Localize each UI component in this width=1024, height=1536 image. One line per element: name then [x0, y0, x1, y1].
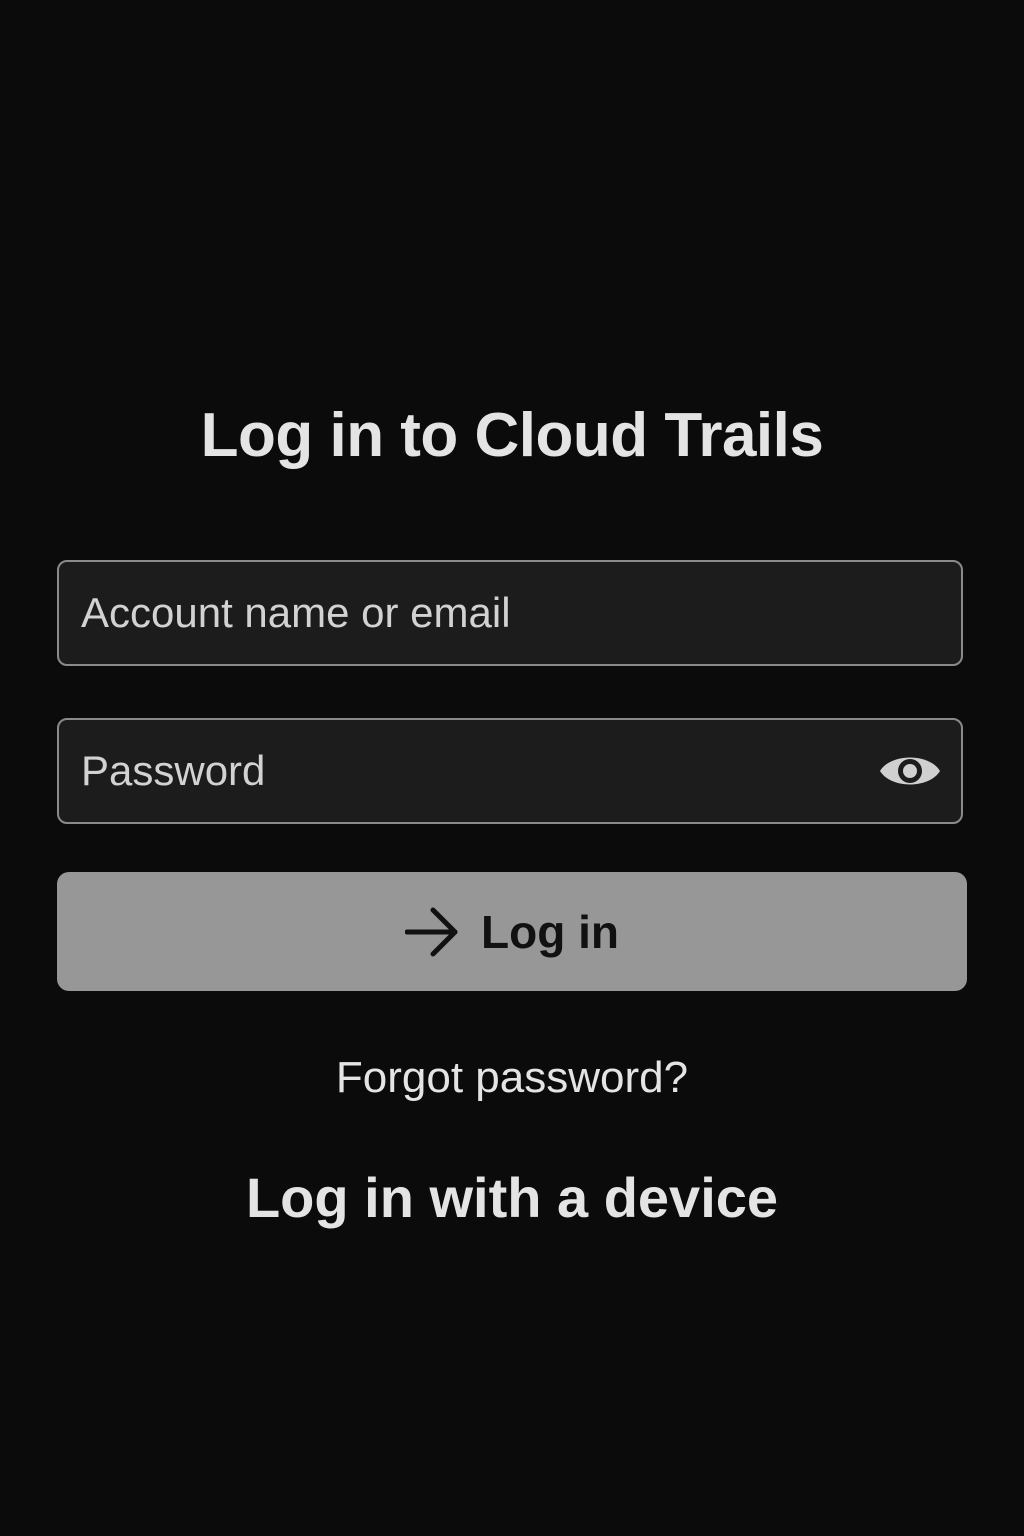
password-field-container[interactable] — [57, 718, 963, 824]
forgot-password-link[interactable]: Forgot password? — [0, 1050, 1024, 1106]
page-title: Log in to Cloud Trails — [200, 401, 824, 470]
arrow-right-icon — [405, 907, 458, 956]
device-login-link[interactable]: Log in with a device — [0, 1164, 1024, 1232]
eye-icon[interactable] — [877, 746, 943, 796]
account-input[interactable] — [81, 562, 861, 664]
password-input[interactable] — [81, 720, 861, 822]
login-button[interactable]: Log in — [57, 872, 967, 991]
account-field-container[interactable] — [57, 560, 963, 666]
login-button-label: Log in — [481, 905, 619, 958]
login-screen: Log in to Cloud Trails Log in Forgot pas… — [0, 0, 1024, 1536]
